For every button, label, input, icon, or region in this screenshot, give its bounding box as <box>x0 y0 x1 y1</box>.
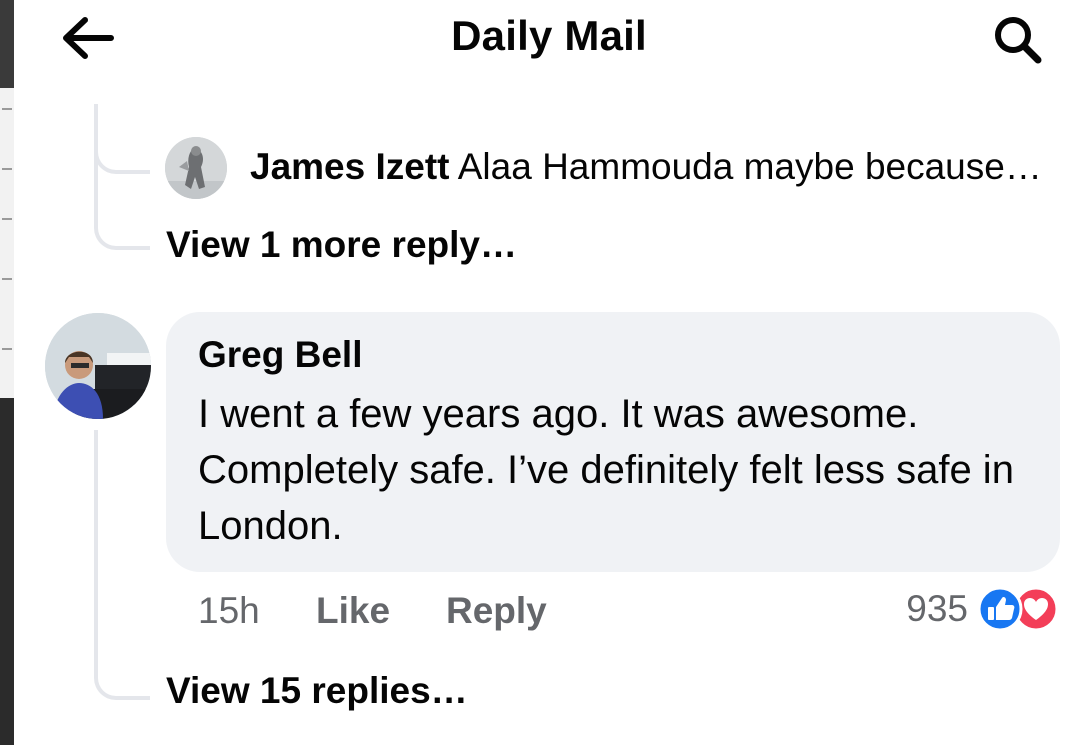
thread-line <box>94 430 98 666</box>
nested-reply[interactable]: James Izett Alaa Hammouda maybe because… <box>250 146 1042 188</box>
search-button[interactable] <box>990 12 1046 68</box>
comment-text: I went a few years ago. It was awesome. … <box>198 392 1014 548</box>
avatar[interactable] <box>45 313 151 419</box>
comment-timestamp: 15h <box>198 590 260 631</box>
view-replies-link[interactable]: View 15 replies… <box>166 670 468 712</box>
search-icon <box>995 17 1042 64</box>
thread-elbow <box>94 160 150 250</box>
page-title: Daily Mail <box>451 12 647 59</box>
comment-author[interactable]: Greg Bell <box>198 334 363 376</box>
thread-elbow <box>94 640 150 700</box>
like-reaction-icon <box>977 586 1023 632</box>
reply-text: Alaa Hammouda maybe because… <box>457 146 1042 187</box>
left-window-edge <box>0 0 14 745</box>
view-more-replies-link[interactable]: View 1 more reply… <box>166 224 517 266</box>
like-button[interactable]: Like <box>316 590 390 632</box>
reactions[interactable] <box>976 586 1060 632</box>
reply-author[interactable]: James Izett <box>250 146 450 187</box>
reaction-count[interactable]: 935 <box>906 588 968 630</box>
reply-button[interactable]: Reply <box>446 590 547 632</box>
avatar[interactable] <box>165 137 227 199</box>
comments-screen: Daily Mail James Izett Alaa Hammouda may… <box>14 0 1084 745</box>
